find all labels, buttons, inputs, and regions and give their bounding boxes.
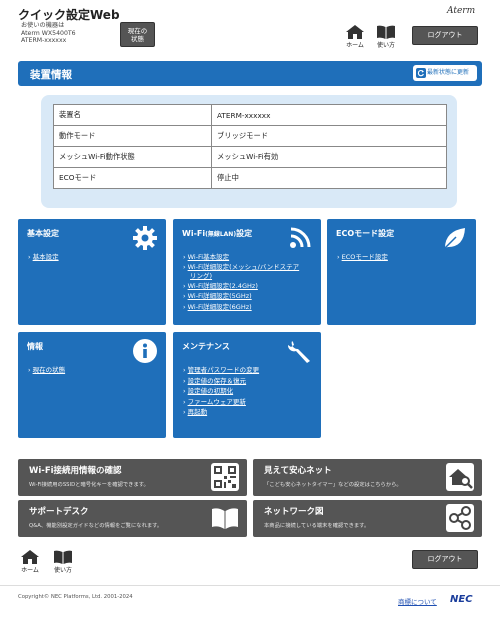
row-label: 動作モード — [53, 125, 212, 147]
device-name: ATERM-xxxxxx — [21, 37, 67, 45]
table-row: 動作モード ブリッジモード — [53, 125, 447, 147]
home-label: ホーム — [346, 42, 364, 49]
anshin-net-banner[interactable]: 見えて安心ネット 「こども安心ネットタイマー」などの設定はこちらから。 — [253, 459, 482, 496]
table-row: 装置名 ATERM-xxxxxx — [53, 104, 447, 126]
house-search-icon — [446, 463, 474, 491]
refresh-label: 最新状態に更新 — [427, 69, 470, 76]
info-links: 現在の状態 — [28, 365, 66, 376]
row-value: 停止中 — [211, 167, 447, 189]
network-map-desc: 本商品に接続している端末を確認できます。 — [264, 523, 370, 529]
wifi-title-small: (無線LAN) — [205, 231, 237, 238]
wifi-settings-links: Wi-Fi基本設定 Wi-Fi詳細設定(メッシュ/バンドステアリング) Wi-F… — [183, 252, 300, 313]
device-model: Aterm WX5400T6 — [21, 29, 76, 37]
table-row: メッシュWi-Fi動作状態 メッシュWi-Fi有効 — [53, 146, 447, 168]
wifi-title-suffix: 設定 — [236, 229, 253, 238]
eco-settings-title: ECOモード設定 — [336, 229, 395, 238]
device-info-table: 装置名 ATERM-xxxxxx 動作モード ブリッジモード メッシュWi-Fi… — [53, 104, 447, 189]
network-share-icon — [446, 504, 474, 532]
footer-divider — [0, 585, 500, 586]
refresh-button[interactable]: 最新状態に更新 — [413, 65, 477, 81]
refresh-icon — [416, 68, 426, 78]
row-label: ECOモード — [53, 167, 212, 189]
link-admin-password[interactable]: 管理者パスワードの変更 — [183, 365, 260, 376]
link-basic-settings[interactable]: 基本設定 — [28, 252, 59, 263]
help-link[interactable]: 使い方 — [375, 25, 397, 49]
wifi-info-desc: Wi-Fi接続用のSSIDと暗号化キーを確認できます。 — [29, 482, 149, 488]
link-reboot[interactable]: 再起動 — [183, 407, 259, 418]
row-label: メッシュWi-Fi動作状態 — [53, 146, 212, 168]
anshin-title: 見えて安心ネット — [264, 466, 332, 476]
info-tile: 情報 現在の状態 — [18, 332, 166, 438]
footer-help-label: 使い方 — [53, 567, 72, 574]
eco-settings-tile: ECOモード設定 ECOモード設定 — [327, 219, 476, 325]
link-wifi-5ghz[interactable]: Wi-Fi詳細設定(5GHz) — [183, 291, 299, 302]
table-row: ECOモード 停止中 — [53, 167, 447, 189]
link-wifi-mesh-line1: Wi-Fi詳細設定(メッシュ/バンドステア — [187, 262, 300, 271]
help-label: 使い方 — [376, 42, 395, 49]
row-value: ATERM-xxxxxx — [211, 104, 447, 126]
device-caption: お使いの機器は Aterm WX5400T6 ATERM-xxxxxx — [21, 22, 76, 45]
book-icon — [54, 550, 72, 564]
wifi-title-main: Wi-Fi — [182, 229, 206, 238]
footer-home-label: ホーム — [21, 567, 39, 574]
nec-logo: NEC — [450, 594, 473, 605]
network-map-banner[interactable]: ネットワーク図 本商品に接続している端末を確認できます。 — [253, 500, 482, 537]
logout-button[interactable]: ログアウト — [412, 26, 478, 45]
link-current-status[interactable]: 現在の状態 — [28, 365, 66, 376]
copyright: Copyright© NEC Platforms, Ltd. 2001-2024 — [18, 594, 133, 600]
footer-home-link[interactable]: ホーム — [19, 550, 41, 574]
eco-settings-links: ECOモード設定 — [337, 252, 388, 263]
current-status-button[interactable]: 現在の 状態 — [120, 22, 155, 47]
header: クイック設定Web お使いの機器は Aterm WX5400T6 ATERM-x… — [0, 0, 500, 55]
wrench-icon — [287, 341, 310, 363]
maintenance-links: 管理者パスワードの変更 設定値の保存＆復元 設定値の初期化 ファームウェア更新 … — [183, 365, 260, 418]
anshin-desc: 「こども安心ネットタイマー」などの設定はこちらから。 — [264, 482, 402, 488]
device-info-header: 装置情報 最新状態に更新 — [18, 61, 482, 86]
open-book-icon — [212, 508, 238, 529]
row-value: ブリッジモード — [211, 125, 447, 147]
footer-help-link[interactable]: 使い方 — [52, 550, 74, 574]
gear-icon — [133, 226, 157, 250]
qr-code-icon — [211, 463, 239, 491]
footer-logout-button[interactable]: ログアウト — [412, 550, 478, 569]
row-value: メッシュWi-Fi有効 — [211, 146, 447, 168]
link-wifi-mesh[interactable]: Wi-Fi詳細設定(メッシュ/バンドステアリング) — [183, 262, 300, 281]
link-firmware-update[interactable]: ファームウェア更新 — [183, 397, 259, 408]
trademark-link[interactable]: 商標について — [398, 596, 437, 606]
link-wifi-24ghz[interactable]: Wi-Fi詳細設定(2.4GHz) — [183, 281, 299, 292]
home-icon — [346, 25, 364, 39]
basic-settings-links: 基本設定 — [28, 252, 59, 263]
device-info-title: 装置情報 — [30, 69, 72, 81]
link-eco-settings[interactable]: ECOモード設定 — [337, 252, 388, 263]
app-title: クイック設定Web — [18, 8, 120, 22]
leaf-icon — [444, 228, 465, 249]
maintenance-title: メンテナンス — [182, 342, 230, 351]
maintenance-tile: メンテナンス 管理者パスワードの変更 設定値の保存＆復元 設定値の初期化 ファー… — [173, 332, 321, 438]
link-factory-reset[interactable]: 設定値の初期化 — [183, 386, 259, 397]
wifi-icon — [290, 227, 311, 248]
wifi-info-banner[interactable]: Wi-Fi接続用情報の確認 Wi-Fi接続用のSSIDと暗号化キーを確認できます… — [18, 459, 247, 496]
info-title: 情報 — [27, 342, 43, 351]
network-map-title: ネットワーク図 — [264, 507, 324, 517]
link-wifi-basic[interactable]: Wi-Fi基本設定 — [183, 252, 299, 263]
basic-settings-tile: 基本設定 基本設定 — [18, 219, 166, 325]
home-link[interactable]: ホーム — [344, 25, 366, 49]
book-icon — [377, 25, 395, 39]
link-backup-restore[interactable]: 設定値の保存＆復元 — [183, 376, 259, 387]
link-wifi-6ghz[interactable]: Wi-Fi詳細設定(6GHz) — [183, 302, 299, 313]
row-label: 装置名 — [53, 104, 212, 126]
aterm-logo: Aterm — [447, 6, 476, 16]
wifi-settings-tile: Wi-Fi(無線LAN)設定 Wi-Fi基本設定 Wi-Fi詳細設定(メッシュ/… — [173, 219, 321, 325]
wifi-info-title: Wi-Fi接続用情報の確認 — [29, 466, 122, 476]
support-desc: Q&A、機能別設定ガイドなどの情報をご覧になれます。 — [29, 523, 163, 529]
wifi-settings-title: Wi-Fi(無線LAN)設定 — [182, 228, 252, 239]
device-info-panel: 装置名 ATERM-xxxxxx 動作モード ブリッジモード メッシュWi-Fi… — [41, 95, 457, 208]
info-icon — [133, 339, 157, 363]
basic-settings-title: 基本設定 — [27, 229, 59, 238]
support-title: サポートデスク — [29, 507, 89, 517]
home-icon — [21, 550, 39, 564]
support-desk-banner[interactable]: サポートデスク Q&A、機能別設定ガイドなどの情報をご覧になれます。 — [18, 500, 247, 537]
link-wifi-mesh-line2: リング) — [190, 271, 213, 280]
device-caption-text: お使いの機器は — [21, 22, 65, 29]
